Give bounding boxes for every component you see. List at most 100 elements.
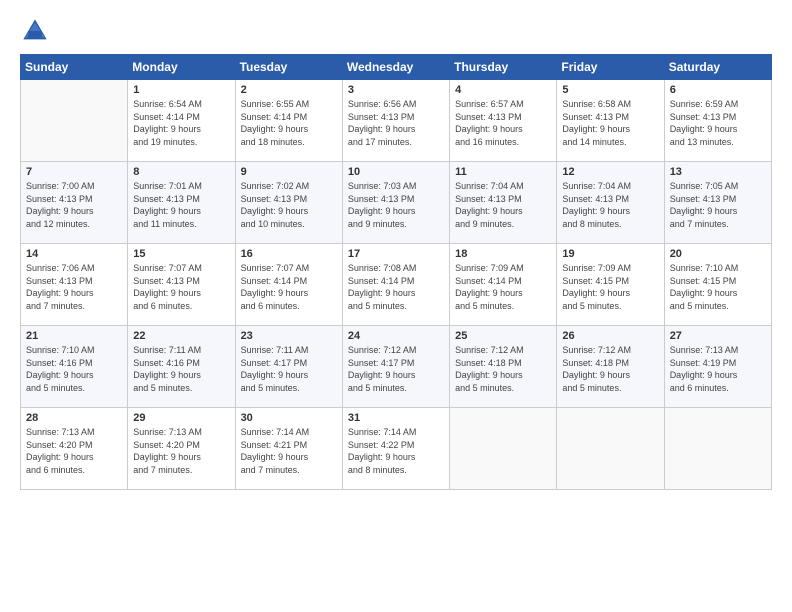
calendar-cell: 27 Sunrise: 7:13 AM Sunset: 4:19 PM Dayli… xyxy=(664,326,771,408)
calendar-cell: 7 Sunrise: 7:00 AM Sunset: 4:13 PM Daylig… xyxy=(21,162,128,244)
day-info: Sunrise: 7:12 AM Sunset: 4:17 PM Dayligh… xyxy=(348,344,444,394)
calendar-cell: 2 Sunrise: 6:55 AM Sunset: 4:14 PM Daylig… xyxy=(235,80,342,162)
day-info: Sunrise: 7:13 AM Sunset: 4:20 PM Dayligh… xyxy=(133,426,229,476)
day-header-saturday: Saturday xyxy=(664,55,771,80)
day-info: Sunrise: 7:04 AM Sunset: 4:13 PM Dayligh… xyxy=(455,180,551,230)
day-header-sunday: Sunday xyxy=(21,55,128,80)
calendar-cell: 8Sunrise: 7:01 AM Sunset: 4:13 PM Daylig… xyxy=(128,162,235,244)
day-number: 1 xyxy=(133,84,229,96)
day-number: 13 xyxy=(670,166,766,178)
calendar-cell: 25Sunrise: 7:12 AM Sunset: 4:18 PM Dayli… xyxy=(450,326,557,408)
day-number: 3 xyxy=(348,84,444,96)
day-number: 31 xyxy=(348,412,444,424)
day-number: 18 xyxy=(455,248,551,260)
calendar-cell: 26Sunrise: 7:12 AM Sunset: 4:18 PM Dayli… xyxy=(557,326,664,408)
day-number: 22 xyxy=(133,330,229,342)
calendar-cell xyxy=(664,408,771,490)
day-info: Sunrise: 7:06 AM Sunset: 4:13 PM Dayligh… xyxy=(26,262,122,312)
calendar-cell: 15 Sunrise: 7:07 AM Sunset: 4:13 PM Dayli… xyxy=(128,244,235,326)
day-number: 10 xyxy=(348,166,444,178)
logo xyxy=(20,16,54,46)
day-info: Sunrise: 7:07 AM Sunset: 4:14 PM Dayligh… xyxy=(241,262,337,312)
calendar-cell: 13 Sunrise: 7:05 AM Sunset: 4:13 PM Dayli… xyxy=(664,162,771,244)
day-info: Sunrise: 7:14 AM Sunset: 4:21 PM Dayligh… xyxy=(241,426,337,476)
page-container: SundayMondayTuesdayWednesdayThursdayFrid… xyxy=(0,0,792,500)
calendar-cell: 1 Sunrise: 6:54 AM Sunset: 4:14 PM Daylig… xyxy=(128,80,235,162)
day-number: 21 xyxy=(26,330,122,342)
day-info: Sunrise: 7:11 AM Sunset: 4:17 PM Dayligh… xyxy=(241,344,337,394)
day-header-thursday: Thursday xyxy=(450,55,557,80)
day-info: Sunrise: 7:14 AM Sunset: 4:22 PM Dayligh… xyxy=(348,426,444,476)
day-number: 27 xyxy=(670,330,766,342)
calendar-cell: 30 Sunrise: 7:14 AM Sunset: 4:21 PM Dayli… xyxy=(235,408,342,490)
calendar-cell: 31 Sunrise: 7:14 AM Sunset: 4:22 PM Dayli… xyxy=(342,408,449,490)
calendar-cell: 28 Sunrise: 7:13 AM Sunset: 4:20 PM Dayli… xyxy=(21,408,128,490)
day-number: 23 xyxy=(241,330,337,342)
calendar-cell: 19Sunrise: 7:09 AM Sunset: 4:15 PM Dayli… xyxy=(557,244,664,326)
day-number: 4 xyxy=(455,84,551,96)
calendar-cell: 4 Sunrise: 6:57 AM Sunset: 4:13 PM Daylig… xyxy=(450,80,557,162)
calendar-cell xyxy=(450,408,557,490)
day-info: Sunrise: 7:00 AM Sunset: 4:13 PM Dayligh… xyxy=(26,180,122,230)
calendar-cell: 5Sunrise: 6:58 AM Sunset: 4:13 PM Daylig… xyxy=(557,80,664,162)
day-header-wednesday: Wednesday xyxy=(342,55,449,80)
day-info: Sunrise: 6:54 AM Sunset: 4:14 PM Dayligh… xyxy=(133,98,229,148)
calendar-cell xyxy=(21,80,128,162)
day-number: 20 xyxy=(670,248,766,260)
day-number: 25 xyxy=(455,330,551,342)
calendar-cell: 6Sunrise: 6:59 AM Sunset: 4:13 PM Daylig… xyxy=(664,80,771,162)
calendar-week-row: 28 Sunrise: 7:13 AM Sunset: 4:20 PM Dayli… xyxy=(21,408,772,490)
day-number: 26 xyxy=(562,330,658,342)
day-number: 24 xyxy=(348,330,444,342)
day-info: Sunrise: 7:13 AM Sunset: 4:19 PM Dayligh… xyxy=(670,344,766,394)
calendar-cell: 24 Sunrise: 7:12 AM Sunset: 4:17 PM Dayli… xyxy=(342,326,449,408)
day-info: Sunrise: 7:10 AM Sunset: 4:15 PM Dayligh… xyxy=(670,262,766,312)
day-number: 9 xyxy=(241,166,337,178)
calendar-cell: 3 Sunrise: 6:56 AM Sunset: 4:13 PM Daylig… xyxy=(342,80,449,162)
day-number: 8 xyxy=(133,166,229,178)
calendar-week-row: 1 Sunrise: 6:54 AM Sunset: 4:14 PM Daylig… xyxy=(21,80,772,162)
day-number: 14 xyxy=(26,248,122,260)
day-header-friday: Friday xyxy=(557,55,664,80)
day-info: Sunrise: 7:07 AM Sunset: 4:13 PM Dayligh… xyxy=(133,262,229,312)
day-info: Sunrise: 6:59 AM Sunset: 4:13 PM Dayligh… xyxy=(670,98,766,148)
calendar-cell: 14 Sunrise: 7:06 AM Sunset: 4:13 PM Dayli… xyxy=(21,244,128,326)
day-number: 29 xyxy=(133,412,229,424)
calendar-cell: 17Sunrise: 7:08 AM Sunset: 4:14 PM Dayli… xyxy=(342,244,449,326)
calendar-table: SundayMondayTuesdayWednesdayThursdayFrid… xyxy=(20,54,772,490)
day-number: 12 xyxy=(562,166,658,178)
day-info: Sunrise: 7:05 AM Sunset: 4:13 PM Dayligh… xyxy=(670,180,766,230)
day-info: Sunrise: 7:13 AM Sunset: 4:20 PM Dayligh… xyxy=(26,426,122,476)
day-info: Sunrise: 7:10 AM Sunset: 4:16 PM Dayligh… xyxy=(26,344,122,394)
calendar-cell: 12 Sunrise: 7:04 AM Sunset: 4:13 PM Dayli… xyxy=(557,162,664,244)
calendar-header-row: SundayMondayTuesdayWednesdayThursdayFrid… xyxy=(21,55,772,80)
calendar-cell: 9Sunrise: 7:02 AM Sunset: 4:13 PM Daylig… xyxy=(235,162,342,244)
day-header-monday: Monday xyxy=(128,55,235,80)
day-info: Sunrise: 7:09 AM Sunset: 4:14 PM Dayligh… xyxy=(455,262,551,312)
calendar-cell: 10Sunrise: 7:03 AM Sunset: 4:13 PM Dayli… xyxy=(342,162,449,244)
calendar-week-row: 21 Sunrise: 7:10 AM Sunset: 4:16 PM Dayli… xyxy=(21,326,772,408)
calendar-cell: 29 Sunrise: 7:13 AM Sunset: 4:20 PM Dayli… xyxy=(128,408,235,490)
day-info: Sunrise: 7:09 AM Sunset: 4:15 PM Dayligh… xyxy=(562,262,658,312)
day-info: Sunrise: 6:55 AM Sunset: 4:14 PM Dayligh… xyxy=(241,98,337,148)
day-number: 15 xyxy=(133,248,229,260)
day-info: Sunrise: 7:11 AM Sunset: 4:16 PM Dayligh… xyxy=(133,344,229,394)
day-info: Sunrise: 6:58 AM Sunset: 4:13 PM Dayligh… xyxy=(562,98,658,148)
calendar-cell: 18 Sunrise: 7:09 AM Sunset: 4:14 PM Dayli… xyxy=(450,244,557,326)
calendar-cell: 20 Sunrise: 7:10 AM Sunset: 4:15 PM Dayli… xyxy=(664,244,771,326)
day-info: Sunrise: 6:57 AM Sunset: 4:13 PM Dayligh… xyxy=(455,98,551,148)
day-info: Sunrise: 7:08 AM Sunset: 4:14 PM Dayligh… xyxy=(348,262,444,312)
day-number: 11 xyxy=(455,166,551,178)
day-number: 16 xyxy=(241,248,337,260)
day-info: Sunrise: 7:04 AM Sunset: 4:13 PM Dayligh… xyxy=(562,180,658,230)
calendar-cell: 23 Sunrise: 7:11 AM Sunset: 4:17 PM Dayli… xyxy=(235,326,342,408)
day-number: 28 xyxy=(26,412,122,424)
calendar-week-row: 14 Sunrise: 7:06 AM Sunset: 4:13 PM Dayli… xyxy=(21,244,772,326)
logo-icon xyxy=(20,16,50,46)
day-number: 2 xyxy=(241,84,337,96)
calendar-cell: 11 Sunrise: 7:04 AM Sunset: 4:13 PM Dayli… xyxy=(450,162,557,244)
day-info: Sunrise: 6:56 AM Sunset: 4:13 PM Dayligh… xyxy=(348,98,444,148)
calendar-cell: 16 Sunrise: 7:07 AM Sunset: 4:14 PM Dayli… xyxy=(235,244,342,326)
day-number: 30 xyxy=(241,412,337,424)
day-number: 7 xyxy=(26,166,122,178)
